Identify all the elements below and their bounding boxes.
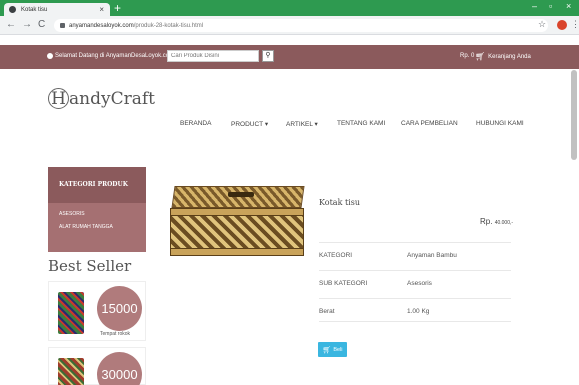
buy-button[interactable]: 🛒︎ Beli xyxy=(318,342,347,357)
best-seller-item[interactable]: 30000 xyxy=(48,347,146,385)
nav-hubungi-kami[interactable]: HUBUNGI KAMI xyxy=(476,120,524,127)
price-badge: 30000 xyxy=(97,352,142,385)
price-badge: 15000 xyxy=(97,286,142,331)
detail-key: Berat xyxy=(319,308,335,315)
welcome-text: Selamat Datang di AnyamanDesaLoyok.com xyxy=(47,53,174,59)
search-button[interactable]: ⚲ xyxy=(262,50,274,62)
bookmark-star-icon[interactable]: ☆ xyxy=(538,19,546,30)
detail-key: KATEGORI xyxy=(319,252,353,259)
cart-link[interactable]: 🛒︎ Keranjang Anda xyxy=(475,52,531,61)
nav-tentang-kami[interactable]: TENTANG KAMI xyxy=(337,120,385,127)
best-seller-name: Tempat rokok xyxy=(100,331,131,337)
category-list: ASESORIS ALAT RUMAH TANGGA xyxy=(48,203,146,252)
product-title: Kotak tisu xyxy=(319,198,360,207)
browser-tab[interactable]: Kotak tisu × xyxy=(4,3,110,16)
nav-product[interactable]: PRODUCT ▾ xyxy=(231,120,268,128)
search-icon: ⚲ xyxy=(265,52,271,59)
site-logo[interactable]: H andyCraft xyxy=(48,88,155,109)
lock-icon xyxy=(60,23,65,28)
category-panel: KATEGORI PRODUK ASESORIS ALAT RUMAH TANG… xyxy=(48,167,146,252)
site-topbar: Selamat Datang di AnyamanDesaLoyok.com ⚲… xyxy=(0,45,579,69)
logo-letter: H xyxy=(48,88,69,109)
forward-arrow-icon[interactable]: → xyxy=(22,19,32,30)
best-seller-item[interactable]: 15000 Tempat rokok xyxy=(48,281,146,341)
category-item-alat-rumah-tangga[interactable]: ALAT RUMAH TANGGA xyxy=(59,224,146,230)
site-favicon-icon xyxy=(9,6,16,13)
product-image[interactable] xyxy=(165,180,313,264)
browser-toolbar: ← → C anyamandesaloyok.com/produk-28-kot… xyxy=(0,16,579,35)
detail-value: Asesoris xyxy=(407,280,432,287)
profile-avatar[interactable] xyxy=(557,20,567,30)
back-arrow-icon[interactable]: ← xyxy=(6,19,16,30)
category-header: KATEGORI PRODUK xyxy=(48,167,146,203)
search-input[interactable] xyxy=(167,50,259,62)
nav-artikel[interactable]: ARTIKEL ▾ xyxy=(286,120,318,128)
browser-tabstrip: Kotak tisu × + – ▫ × xyxy=(0,0,579,16)
address-bar[interactable]: anyamandesaloyok.com/produk-28-kotak-tis… xyxy=(54,19,548,32)
best-seller-title: Best Seller xyxy=(48,257,132,275)
cart-icon: 🛒︎ xyxy=(322,346,332,354)
tissue-box-band xyxy=(170,248,304,256)
nav-beranda[interactable]: BERANDA xyxy=(180,120,211,127)
product-thumbnail xyxy=(58,292,84,334)
detail-row-kategori: KATEGORI Anyaman Bambu xyxy=(319,242,511,264)
cart-icon: 🛒︎ xyxy=(475,52,486,61)
globe-icon xyxy=(47,53,53,59)
new-tab-button[interactable]: + xyxy=(114,2,121,14)
product-price: Rp. 40.000,- xyxy=(480,217,514,226)
detail-row-berat: Berat 1.00 Kg xyxy=(319,298,511,322)
detail-value: Anyaman Bambu xyxy=(407,252,457,259)
account-balance[interactable]: Rp. 0 xyxy=(460,53,474,59)
reload-icon[interactable]: C xyxy=(38,19,45,30)
detail-row-sub-kategori: SUB KATEGORI Asesoris xyxy=(319,270,511,292)
nav-cara-pembelian[interactable]: CARA PEMBELIAN xyxy=(401,120,458,127)
tab-title: Kotak tisu xyxy=(21,6,48,13)
tab-close-icon[interactable]: × xyxy=(99,5,104,14)
url-text: anyamandesaloyok.com/produk-28-kotak-tis… xyxy=(69,22,204,29)
tissue-box-band xyxy=(170,208,304,216)
product-thumbnail xyxy=(58,358,84,385)
tissue-box-top xyxy=(171,186,305,208)
page-scrollbar[interactable] xyxy=(571,70,577,160)
detail-key: SUB KATEGORI xyxy=(319,280,368,287)
logo-text: andyCraft xyxy=(69,88,155,109)
browser-menu-icon[interactable]: ⋮ xyxy=(571,19,579,30)
category-item-asesoris[interactable]: ASESORIS xyxy=(59,211,146,217)
tissue-box-slot xyxy=(228,192,254,197)
window-close-button[interactable]: × xyxy=(566,1,571,11)
minimize-button[interactable]: – xyxy=(532,1,537,11)
detail-value: 1.00 Kg xyxy=(407,308,430,315)
maximize-button[interactable]: ▫ xyxy=(549,1,552,11)
